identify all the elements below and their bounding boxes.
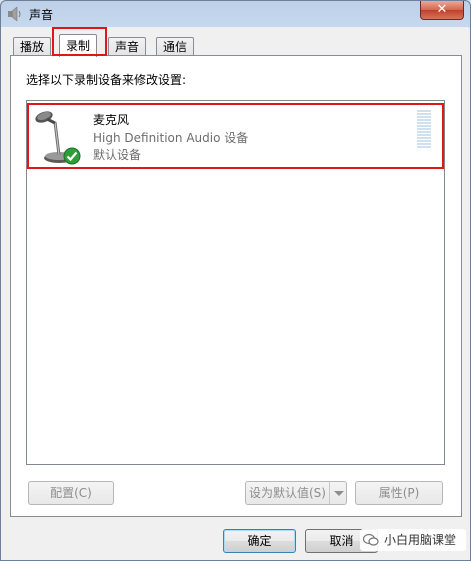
close-button[interactable]: ✕ bbox=[420, 1, 464, 20]
watermark: 小白用脑课堂 bbox=[360, 529, 466, 551]
checkmark-icon bbox=[63, 147, 81, 165]
chevron-down-icon bbox=[334, 491, 344, 496]
tab-playback[interactable]: 播放 bbox=[13, 37, 52, 56]
instruction-label: 选择以下录制设备来修改设置: bbox=[26, 73, 187, 87]
ok-button[interactable]: 确定 bbox=[223, 529, 296, 553]
wechat-logo-icon bbox=[363, 533, 379, 546]
properties-button[interactable]: 属性(P) bbox=[355, 481, 443, 505]
tab-sounds[interactable]: 声音 bbox=[108, 37, 147, 56]
device-highlight bbox=[27, 103, 444, 169]
recording-tab-highlight bbox=[52, 27, 107, 56]
title-bar[interactable]: 声音 ✕ bbox=[1, 1, 470, 27]
configure-button[interactable]: 配置(C) bbox=[28, 481, 114, 505]
tab-communications[interactable]: 通信 bbox=[156, 37, 195, 56]
set-default-dropdown[interactable] bbox=[329, 481, 347, 505]
close-icon: ✕ bbox=[436, 2, 448, 17]
watermark-text: 小白用脑课堂 bbox=[384, 533, 457, 547]
set-default-button[interactable]: 设为默认值(S) bbox=[245, 481, 330, 505]
window-title: 声音 bbox=[29, 8, 54, 22]
speaker-icon bbox=[8, 6, 21, 22]
